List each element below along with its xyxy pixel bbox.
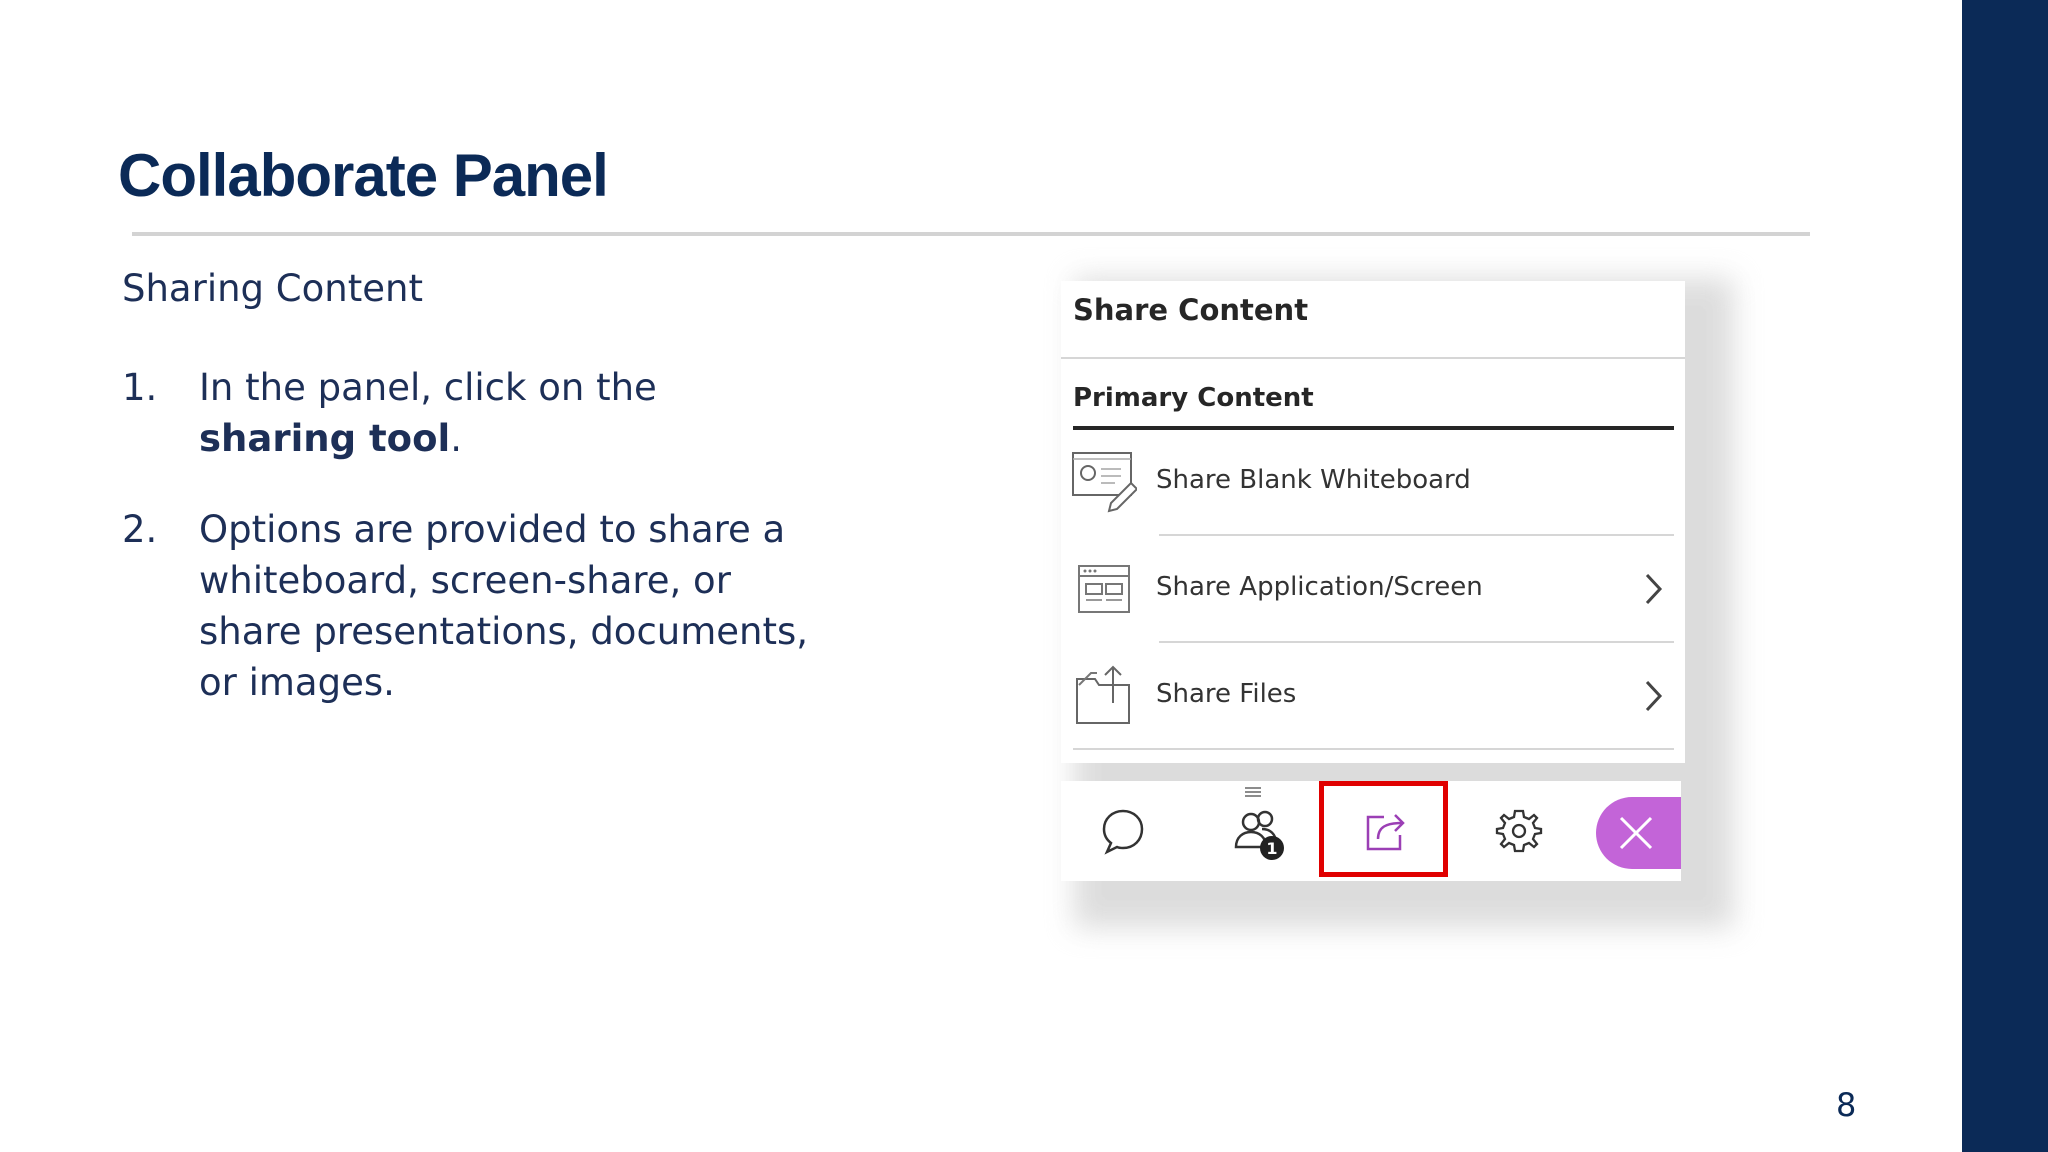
share-item-label: Share Application/Screen	[1156, 572, 1483, 602]
share-files-item[interactable]: Share Files	[1061, 643, 1685, 749]
share-item-label: Share Files	[1156, 679, 1297, 709]
attendees-icon: 1	[1234, 810, 1284, 860]
drag-handle-icon[interactable]	[1245, 787, 1261, 797]
close-icon	[1619, 816, 1653, 850]
screen-share-icon	[1078, 565, 1130, 613]
share-content-panel: Share Content Primary Content Share Blan…	[1061, 281, 1685, 763]
chevron-right-icon	[1645, 573, 1663, 605]
share-blank-whiteboard-item[interactable]: Share Blank Whiteboard	[1061, 429, 1685, 535]
share-files-icon	[1076, 665, 1130, 724]
step-number: 1.	[122, 366, 158, 409]
step-emphasis: sharing tool	[199, 417, 451, 460]
panel-title: Share Content	[1073, 293, 1309, 327]
step-text: In the panel, click on the	[199, 366, 657, 409]
chevron-right-icon	[1645, 680, 1663, 712]
instruction-list: 1. In the panel, click on the sharing to…	[122, 362, 822, 748]
step-number: 2.	[122, 508, 158, 551]
share-tool-highlight-box	[1319, 781, 1448, 877]
slide-title: Collaborate Panel	[118, 142, 609, 209]
chat-icon	[1102, 809, 1144, 855]
chat-button[interactable]	[1061, 781, 1189, 881]
title-divider	[132, 232, 1810, 236]
attendee-count-badge: 1	[1266, 839, 1277, 858]
instruction-step-2: 2. Options are provided to share a white…	[122, 504, 822, 708]
share-application-screen-item[interactable]: Share Application/Screen	[1061, 536, 1685, 642]
item-divider	[1073, 748, 1674, 750]
step-text: Options are provided to share a whiteboa…	[199, 508, 809, 704]
close-panel-button[interactable]	[1596, 797, 1681, 869]
tab-primary-content[interactable]: Primary Content	[1073, 383, 1314, 413]
whiteboard-icon	[1072, 452, 1137, 513]
settings-icon	[1495, 809, 1543, 853]
instruction-step-1: 1. In the panel, click on the sharing to…	[122, 362, 822, 464]
panel-divider	[1061, 357, 1685, 359]
settings-button[interactable]	[1457, 781, 1585, 881]
right-accent-bar	[1962, 0, 2048, 1152]
page-number: 8	[1836, 1086, 1857, 1124]
section-subheading: Sharing Content	[122, 267, 423, 310]
share-item-label: Share Blank Whiteboard	[1156, 465, 1471, 495]
step-text-end: .	[450, 417, 462, 460]
